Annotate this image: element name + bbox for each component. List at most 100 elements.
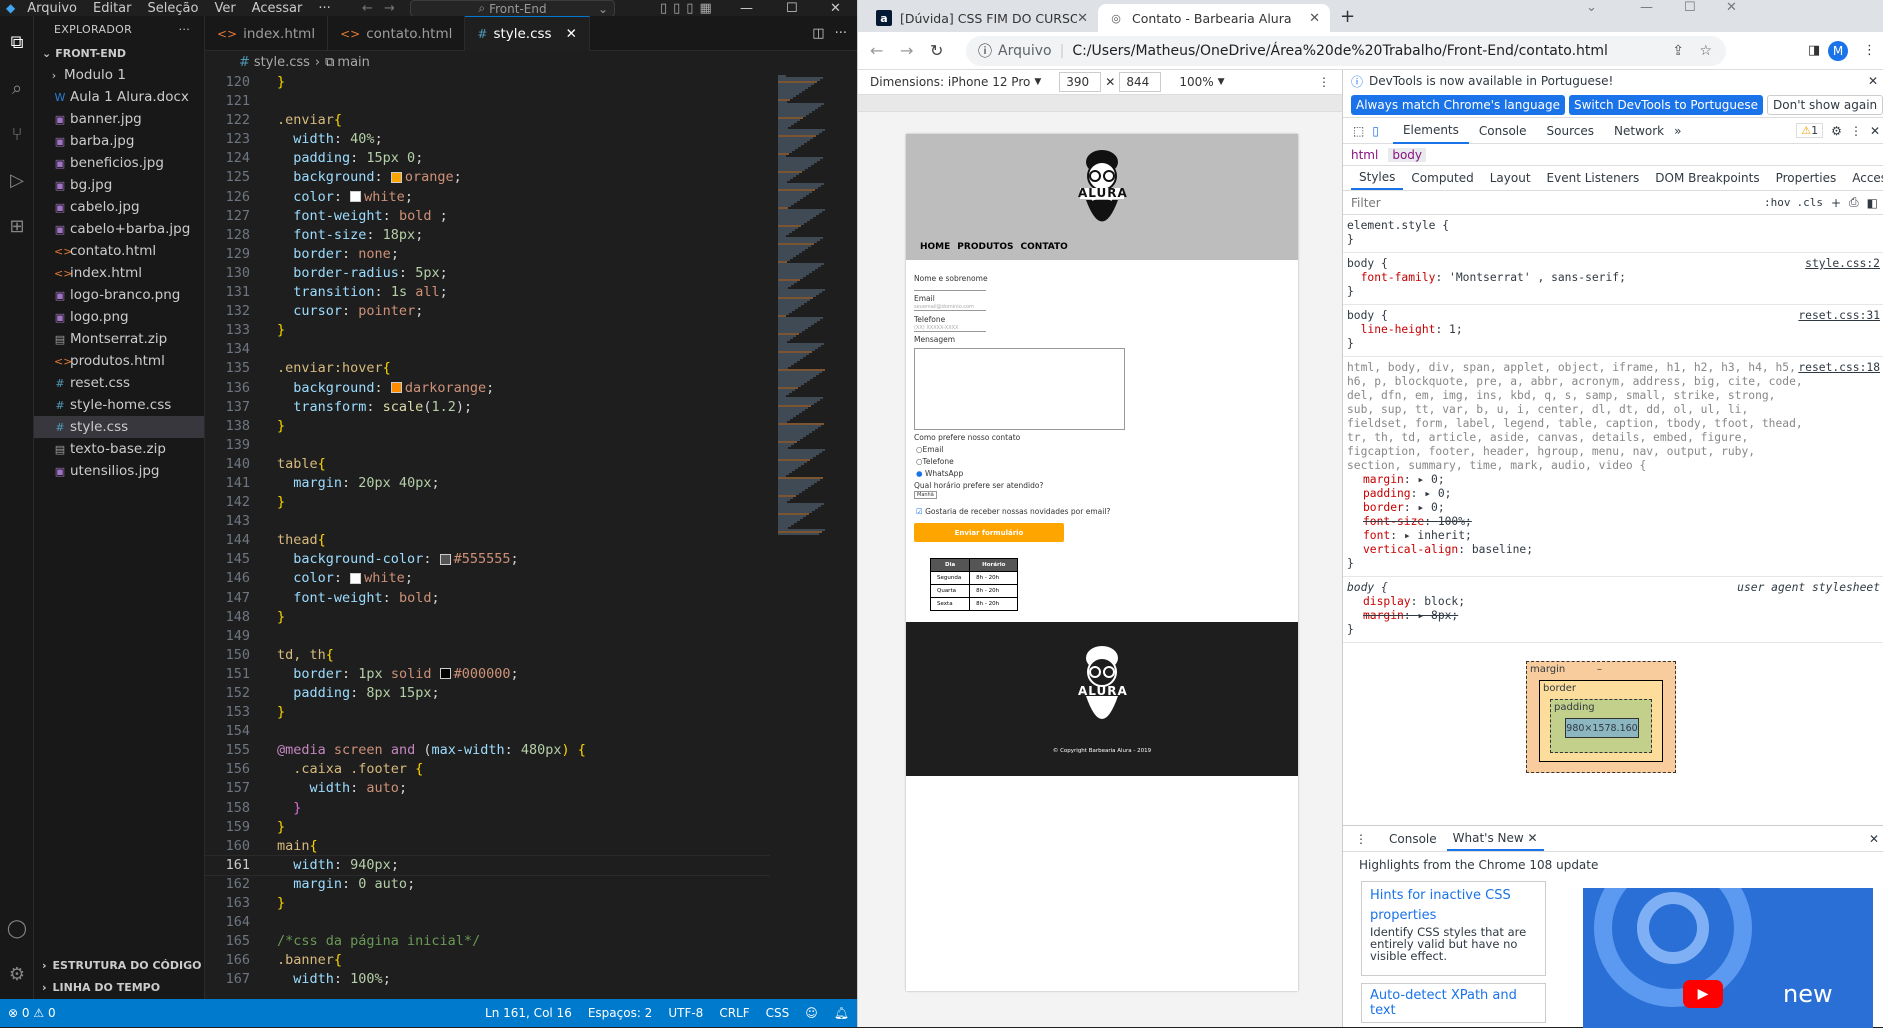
- nav-home[interactable]: HOME: [920, 242, 950, 252]
- color-swatch-icon[interactable]: [439, 553, 451, 565]
- file-item[interactable]: ▣ logo-branco.png: [34, 284, 204, 306]
- drawer-tab-whats-new[interactable]: What's New ✕: [1446, 827, 1544, 851]
- whats-new-video[interactable]: ▶ new: [1583, 888, 1873, 1028]
- crumb-html[interactable]: html: [1351, 148, 1378, 162]
- styles-tab[interactable]: Styles: [1351, 166, 1404, 190]
- submit-button[interactable]: Enviar formulário: [914, 523, 1064, 542]
- maximize-icon[interactable]: ☐: [1684, 0, 1696, 15]
- more-tabs-icon[interactable]: »: [1674, 124, 1681, 138]
- more-actions-icon[interactable]: ···: [835, 26, 857, 41]
- device-toggle-icon[interactable]: ▯: [1372, 124, 1379, 138]
- new-tab-icon[interactable]: +: [1340, 6, 1355, 27]
- box-padding[interactable]: padding 980×1578.160: [1550, 699, 1652, 753]
- settings-gear-icon[interactable]: ⚙: [5, 962, 29, 986]
- indent-status[interactable]: Espaços: 2: [580, 1006, 661, 1020]
- menu-ver[interactable]: Ver: [206, 1, 243, 16]
- dont-show-button[interactable]: Don't show again: [1767, 94, 1883, 115]
- feedback-icon[interactable]: ☺: [797, 1006, 826, 1020]
- color-swatch-icon[interactable]: [390, 171, 402, 183]
- search-icon[interactable]: ⌕: [5, 76, 29, 100]
- name-input[interactable]: [914, 284, 986, 291]
- sidebar-toggle-icon[interactable]: ◧: [1867, 196, 1878, 210]
- email-input[interactable]: seuemail@dominio.com: [914, 304, 986, 311]
- nav-forward-icon[interactable]: →: [384, 1, 395, 16]
- card-title[interactable]: Auto-detect XPath and text: [1370, 988, 1537, 1018]
- warnings-badge[interactable]: ⚠1: [1796, 123, 1824, 138]
- extensions-icon[interactable]: ⊞: [5, 214, 29, 238]
- match-language-button[interactable]: Always match Chrome's language: [1351, 94, 1565, 115]
- styles-tab[interactable]: Layout: [1482, 167, 1539, 189]
- styles-filter-input[interactable]: Filter: [1351, 196, 1691, 210]
- close-window-icon[interactable]: ✕: [1726, 0, 1737, 15]
- tab-elements[interactable]: Elements: [1392, 118, 1469, 144]
- css-declaration[interactable]: font-size: 100%;: [1347, 515, 1880, 529]
- rule-source-link[interactable]: reset.css:31: [1798, 309, 1880, 323]
- file-item[interactable]: ▣ beneficios.jpg: [34, 152, 204, 174]
- close-tab-icon[interactable]: ✕: [1528, 831, 1538, 845]
- class-toggle[interactable]: .cls: [1796, 196, 1823, 209]
- media-query-ruler[interactable]: [858, 94, 1342, 112]
- file-item[interactable]: ▣ cabelo+barba.jpg: [34, 218, 204, 240]
- source-control-icon[interactable]: ⑂: [5, 122, 29, 146]
- crumb-body[interactable]: body: [1388, 147, 1427, 162]
- nav-produtos[interactable]: PRODUTOS: [957, 242, 1013, 252]
- more-actions-icon[interactable]: ···: [179, 23, 190, 36]
- file-item[interactable]: <> contato.html: [34, 240, 204, 262]
- drawer-tab-console[interactable]: Console: [1379, 832, 1447, 846]
- chrome-menu-icon[interactable]: ⋮: [1863, 43, 1876, 58]
- close-window-icon[interactable]: ✕: [830, 1, 841, 16]
- styles-tab[interactable]: Accessibility: [1844, 167, 1883, 189]
- tab-search-icon[interactable]: ⌄: [1586, 0, 1597, 15]
- radio-email[interactable]: ○Email: [916, 445, 943, 454]
- file-item[interactable]: ▣ barba.jpg: [34, 130, 204, 152]
- file-item[interactable]: # style.css: [34, 416, 204, 438]
- styles-tab[interactable]: DOM Breakpoints: [1647, 167, 1767, 189]
- hover-state-toggle[interactable]: :hov: [1764, 196, 1791, 209]
- css-declaration[interactable]: border: ▸ 0;: [1347, 501, 1880, 515]
- feature-card[interactable]: Auto-detect XPath and text: [1361, 983, 1546, 1023]
- back-icon[interactable]: ←: [870, 41, 883, 60]
- tab-console[interactable]: Console: [1469, 119, 1537, 143]
- side-panel-icon[interactable]: ◨: [1808, 43, 1820, 58]
- command-center-search[interactable]: ⌕ Front-End ⌄: [410, 0, 615, 17]
- timeline-section[interactable]: › LINHA DO TEMPO: [34, 977, 160, 997]
- styles-tab[interactable]: Event Listeners: [1539, 167, 1648, 189]
- maximize-icon[interactable]: ☐: [786, 1, 798, 16]
- switch-language-button[interactable]: Switch DevTools to Portuguese: [1568, 94, 1764, 115]
- browser-tab-duvida[interactable]: a [Dúvida] CSS FIM DO CURSO ( Pa ✕: [866, 4, 1098, 32]
- computed-toggle-icon[interactable]: ⎙: [1849, 195, 1859, 210]
- user-agent-rule[interactable]: body {user agent stylesheet display: bloc…: [1343, 577, 1883, 643]
- reset-rule[interactable]: html, body, div, span, applet, object, i…: [1343, 357, 1883, 577]
- device-more-icon[interactable]: ⋮: [1318, 75, 1330, 89]
- file-item[interactable]: <> index.html: [34, 262, 204, 284]
- split-editor-icon[interactable]: ◫: [812, 26, 834, 41]
- nav-back-icon[interactable]: ←: [362, 1, 373, 16]
- share-icon[interactable]: ⇪: [1672, 43, 1684, 59]
- color-swatch-icon[interactable]: [439, 668, 451, 680]
- box-content[interactable]: 980×1578.160: [1565, 718, 1639, 738]
- close-drawer-icon[interactable]: ✕: [1869, 832, 1879, 846]
- close-notice-icon[interactable]: ✕: [1868, 74, 1878, 88]
- inspect-icon[interactable]: ⬚: [1353, 124, 1364, 138]
- file-item[interactable]: ▣ bg.jpg: [34, 174, 204, 196]
- radio-telefone[interactable]: ○Telefone: [916, 457, 954, 466]
- forward-icon[interactable]: →: [900, 41, 913, 60]
- styles-tab[interactable]: Properties: [1768, 167, 1845, 189]
- style-rule[interactable]: body {reset.css:31 line-height: 1;}: [1343, 305, 1883, 357]
- time-select[interactable]: Manhã: [914, 491, 937, 499]
- drawer-menu-icon[interactable]: ⋮: [1355, 832, 1367, 846]
- color-swatch-icon[interactable]: [350, 572, 362, 584]
- file-item[interactable]: ▤ texto-base.zip: [34, 438, 204, 460]
- language-status[interactable]: CSS: [758, 1006, 798, 1020]
- eol-status[interactable]: CRLF: [711, 1006, 757, 1020]
- file-item[interactable]: ▣ banner.jpg: [34, 108, 204, 130]
- zoom-select[interactable]: 100%: [1179, 75, 1213, 89]
- file-item[interactable]: ▣ utensilios.jpg: [34, 460, 204, 482]
- menu-editar[interactable]: Editar: [85, 1, 140, 16]
- styles-tab[interactable]: Computed: [1403, 167, 1481, 189]
- file-item[interactable]: <> produtos.html: [34, 350, 204, 372]
- css-declaration[interactable]: display: block;: [1347, 595, 1880, 609]
- cursor-position[interactable]: Ln 161, Col 16: [477, 1006, 580, 1020]
- editor-tab[interactable]: <> index.html: [205, 16, 329, 51]
- explorer-icon[interactable]: ⧉: [5, 30, 29, 54]
